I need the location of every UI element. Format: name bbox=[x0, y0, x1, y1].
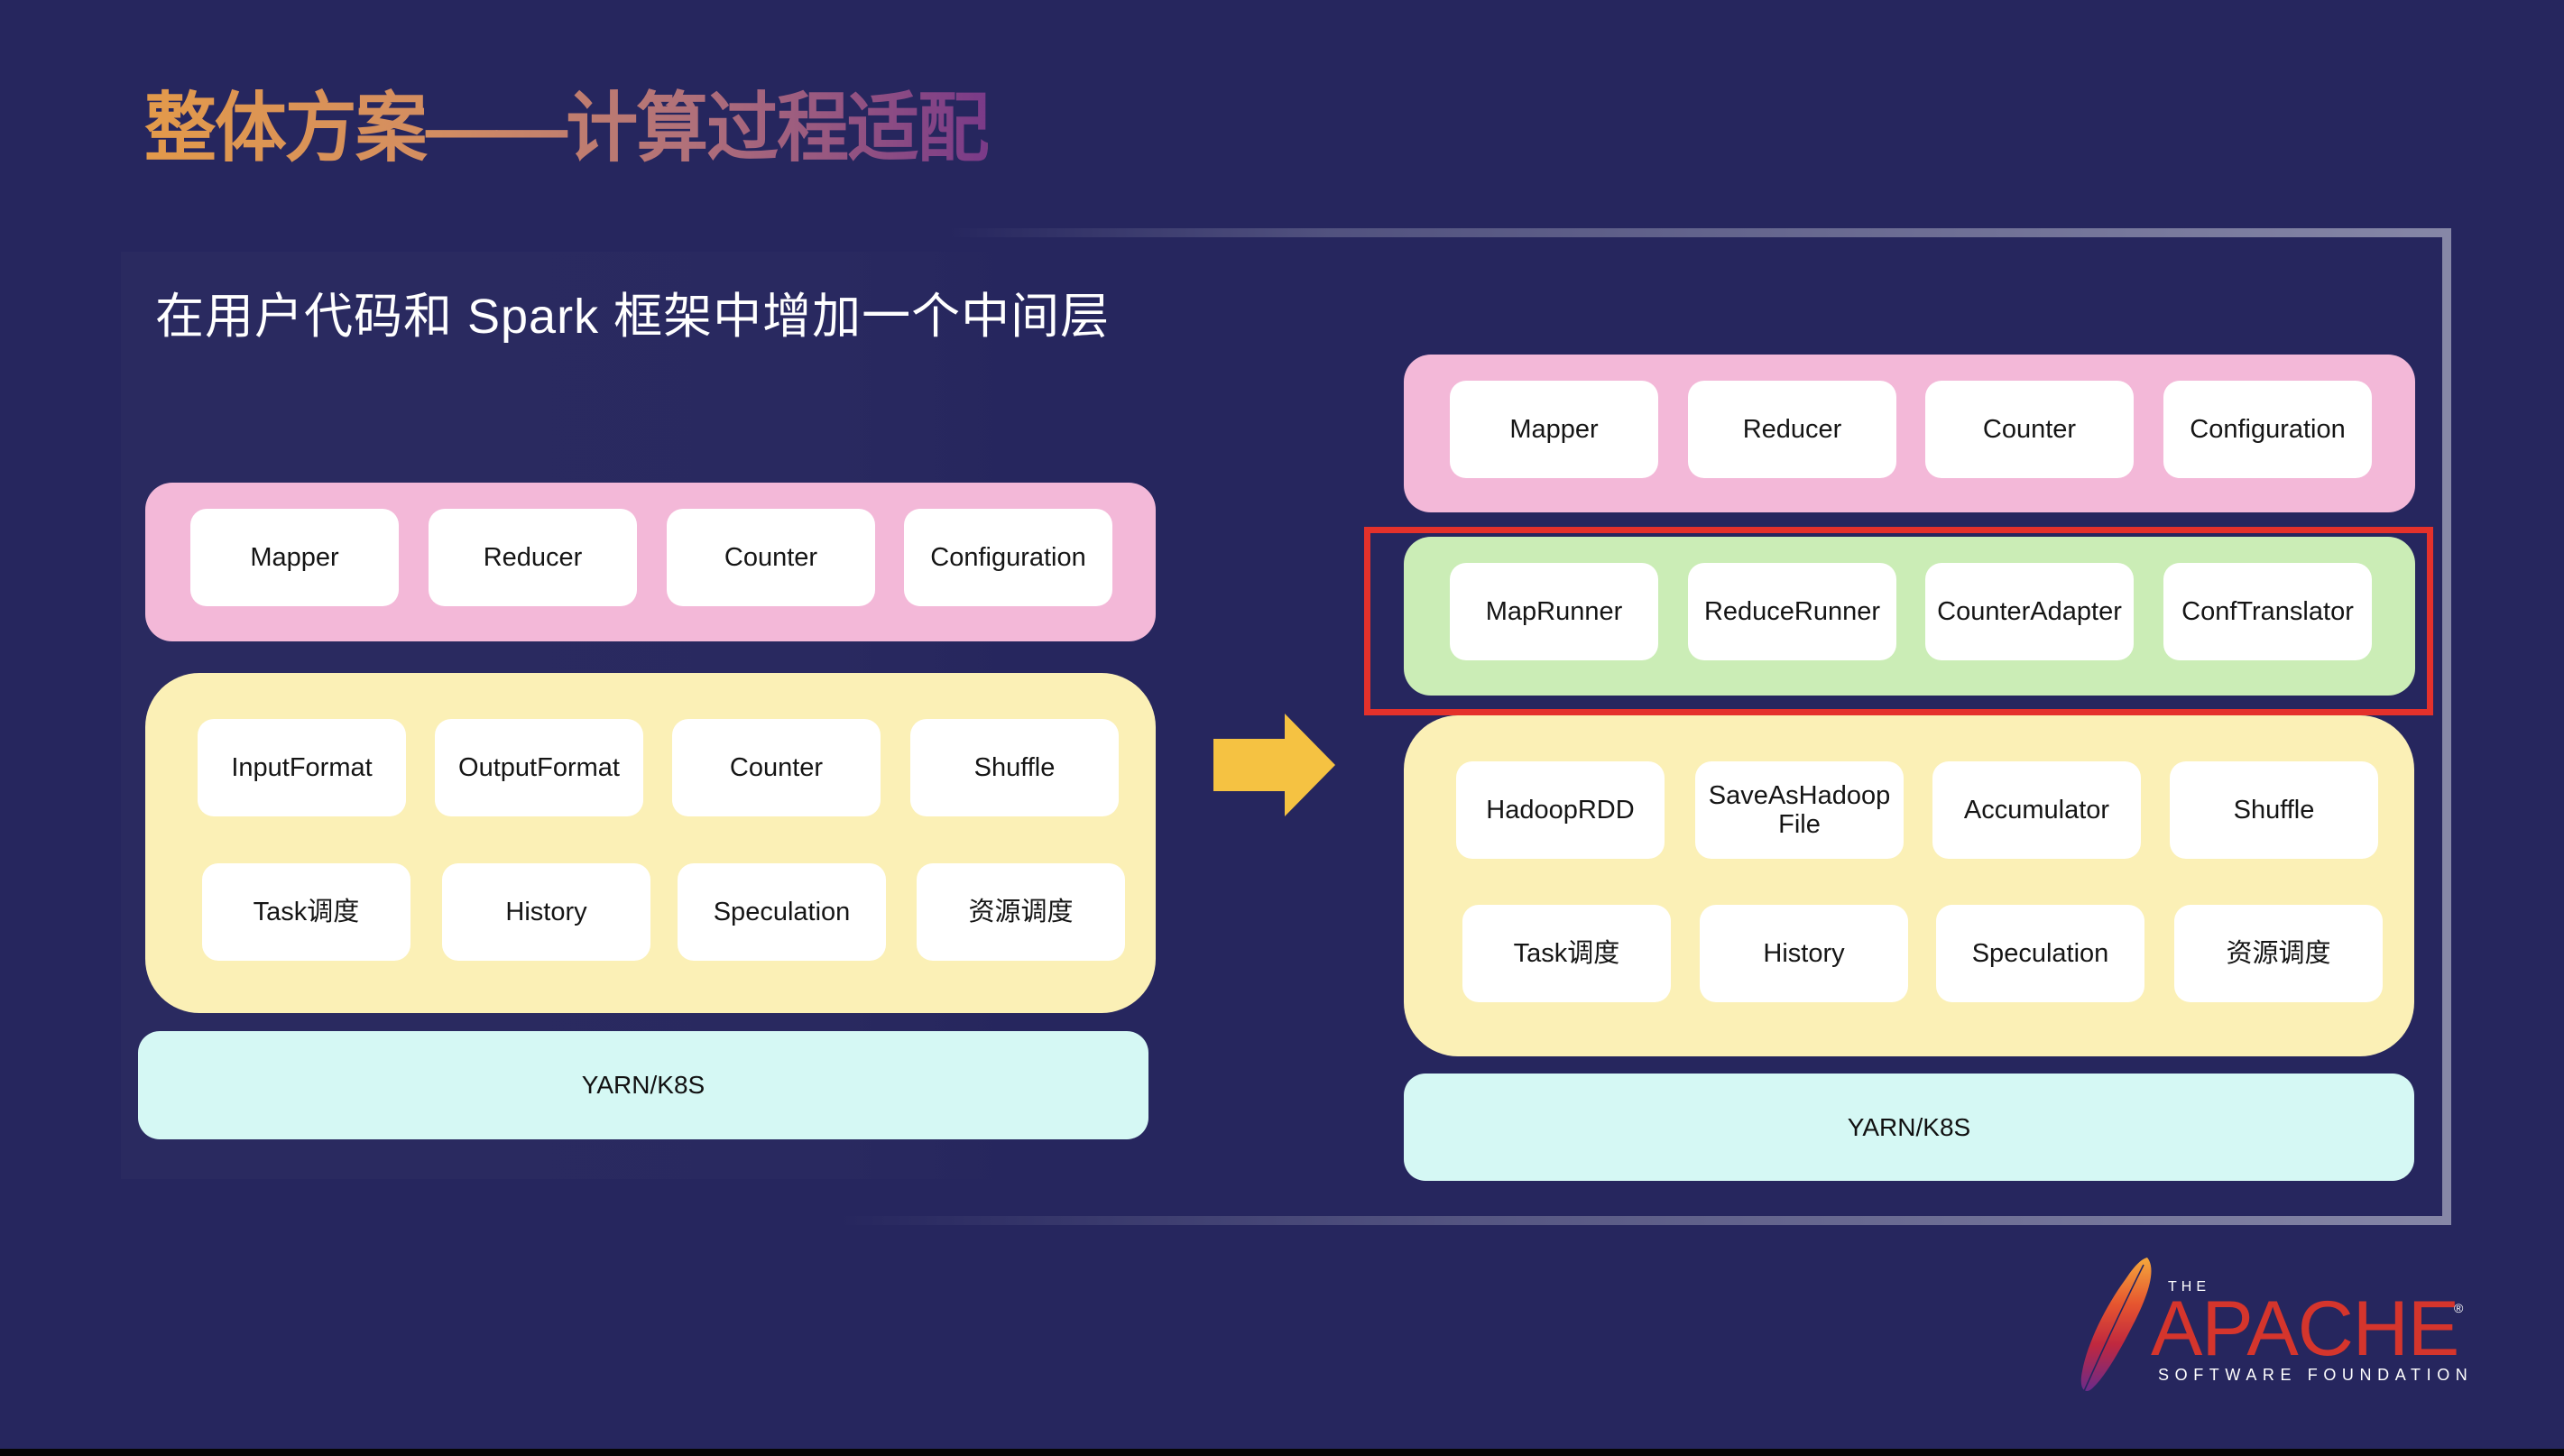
left-resource-layer: YARN/K8S bbox=[138, 1031, 1148, 1139]
right-user-mapper: Mapper bbox=[1450, 381, 1658, 478]
frame-border-top bbox=[947, 228, 2451, 237]
frame-border-bottom bbox=[837, 1216, 2451, 1225]
left-user-mapper: Mapper bbox=[190, 509, 399, 606]
left-fw-task-scheduling: Task调度 bbox=[202, 863, 410, 961]
adapter-counteradapter: CounterAdapter bbox=[1925, 563, 2134, 660]
left-user-configuration: Configuration bbox=[904, 509, 1112, 606]
left-fw-history: History bbox=[442, 863, 650, 961]
left-fw-shuffle: Shuffle bbox=[910, 719, 1119, 816]
left-user-counter: Counter bbox=[667, 509, 875, 606]
left-user-reducer: Reducer bbox=[429, 509, 637, 606]
right-resource-layer: YARN/K8S bbox=[1404, 1074, 2414, 1181]
left-fw-inputformat: InputFormat bbox=[198, 719, 406, 816]
logo-registered-mark: ® bbox=[2454, 1301, 2464, 1315]
left-fw-counter: Counter bbox=[672, 719, 881, 816]
adapter-conftranslator: ConfTranslator bbox=[2163, 563, 2372, 660]
right-fw-shuffle: Shuffle bbox=[2170, 761, 2378, 859]
right-fw-resource-scheduling: 资源调度 bbox=[2174, 905, 2383, 1002]
bottom-edge bbox=[0, 1449, 2564, 1456]
arrow-right-icon bbox=[1213, 714, 1335, 816]
right-fw-speculation: Speculation bbox=[1936, 905, 2144, 1002]
right-fw-history: History bbox=[1700, 905, 1908, 1002]
right-fw-accumulator: Accumulator bbox=[1932, 761, 2141, 859]
adapter-maprunner: MapRunner bbox=[1450, 563, 1658, 660]
right-fw-hadooprdd: HadoopRDD bbox=[1456, 761, 1665, 859]
left-fw-outputformat: OutputFormat bbox=[435, 719, 643, 816]
right-fw-saveashadoopfile: SaveAsHadoop File bbox=[1695, 761, 1904, 859]
right-user-counter: Counter bbox=[1925, 381, 2134, 478]
left-fw-speculation: Speculation bbox=[678, 863, 886, 961]
logo-tagline: SOFTWARE FOUNDATION bbox=[2158, 1366, 2474, 1384]
right-user-reducer: Reducer bbox=[1688, 381, 1896, 478]
left-fw-resource-scheduling: 资源调度 bbox=[917, 863, 1125, 961]
slide-subtitle: 在用户代码和 Spark 框架中增加一个中间层 bbox=[155, 290, 1111, 344]
adapter-reducerunner: ReduceRunner bbox=[1688, 563, 1896, 660]
apache-feather-icon bbox=[2076, 1258, 2152, 1408]
frame-border-right bbox=[2442, 228, 2451, 1225]
logo-apache-text: APACHE bbox=[2151, 1286, 2459, 1372]
slide-title: 整体方案——计算过程适配 bbox=[144, 83, 990, 173]
right-user-configuration: Configuration bbox=[2163, 381, 2372, 478]
right-fw-task-scheduling: Task调度 bbox=[1462, 905, 1671, 1002]
